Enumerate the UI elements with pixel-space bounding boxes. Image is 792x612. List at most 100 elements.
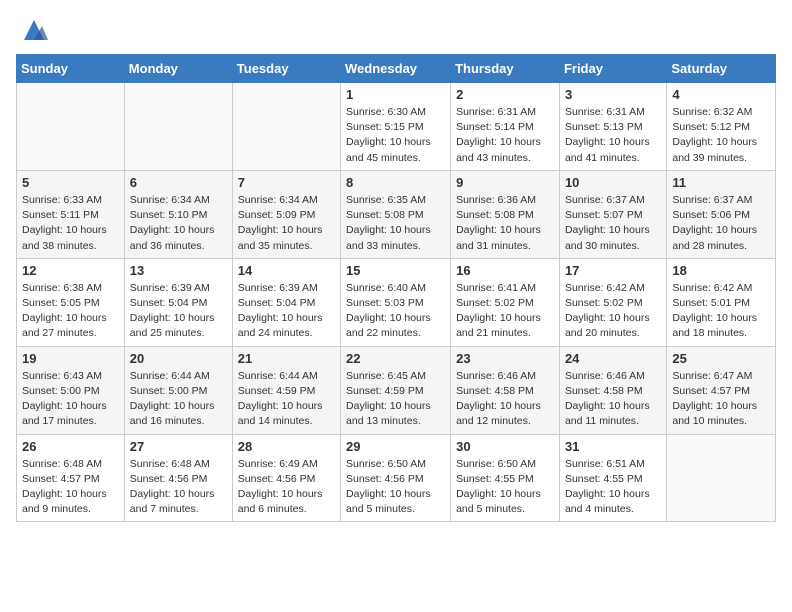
day-number: 5 — [22, 175, 119, 190]
day-info: Sunrise: 6:44 AM Sunset: 4:59 PM Dayligh… — [238, 369, 335, 430]
day-number: 18 — [672, 263, 770, 278]
day-cell: 3 Sunrise: 6:31 AM Sunset: 5:13 PM Daylig… — [559, 83, 666, 171]
day-info: Sunrise: 6:48 AM Sunset: 4:57 PM Dayligh… — [22, 457, 119, 518]
day-number: 2 — [456, 87, 554, 102]
calendar-table: SundayMondayTuesdayWednesdayThursdayFrid… — [16, 54, 776, 522]
day-number: 16 — [456, 263, 554, 278]
day-cell: 31 Sunrise: 6:51 AM Sunset: 4:55 PM Dayli… — [559, 434, 666, 522]
day-number: 15 — [346, 263, 445, 278]
day-cell: 20 Sunrise: 6:44 AM Sunset: 5:00 PM Dayli… — [124, 346, 232, 434]
day-cell: 7Sunrise: 6:34 AM Sunset: 5:09 PM Daylig… — [232, 170, 340, 258]
day-cell: 27 Sunrise: 6:48 AM Sunset: 4:56 PM Dayli… — [124, 434, 232, 522]
day-cell: 17Sunrise: 6:42 AM Sunset: 5:02 PM Dayli… — [559, 258, 666, 346]
day-info: Sunrise: 6:46 AM Sunset: 4:58 PM Dayligh… — [456, 369, 554, 430]
header-row: SundayMondayTuesdayWednesdayThursdayFrid… — [17, 55, 776, 83]
day-cell: 15 Sunrise: 6:40 AM Sunset: 5:03 PM Dayli… — [341, 258, 451, 346]
day-number: 13 — [130, 263, 227, 278]
day-number: 4 — [672, 87, 770, 102]
day-number: 19 — [22, 351, 119, 366]
day-number: 3 — [565, 87, 661, 102]
week-row: 1 Sunrise: 6:30 AM Sunset: 5:15 PM Daylig… — [17, 83, 776, 171]
header-cell: Saturday — [667, 55, 776, 83]
day-info: Sunrise: 6:34 AM Sunset: 5:09 PM Dayligh… — [238, 193, 335, 254]
day-number: 12 — [22, 263, 119, 278]
day-info: Sunrise: 6:50 AM Sunset: 4:55 PM Dayligh… — [456, 457, 554, 518]
day-cell: 9 Sunrise: 6:36 AM Sunset: 5:08 PM Daylig… — [451, 170, 560, 258]
day-cell: 8Sunrise: 6:35 AM Sunset: 5:08 PM Daylig… — [341, 170, 451, 258]
header-cell: Friday — [559, 55, 666, 83]
day-number: 26 — [22, 439, 119, 454]
day-cell — [232, 83, 340, 171]
day-number: 21 — [238, 351, 335, 366]
day-number: 25 — [672, 351, 770, 366]
day-info: Sunrise: 6:39 AM Sunset: 5:04 PM Dayligh… — [130, 281, 227, 342]
day-info: Sunrise: 6:49 AM Sunset: 4:56 PM Dayligh… — [238, 457, 335, 518]
day-cell: 13 Sunrise: 6:39 AM Sunset: 5:04 PM Dayli… — [124, 258, 232, 346]
day-cell — [124, 83, 232, 171]
day-cell: 24Sunrise: 6:46 AM Sunset: 4:58 PM Dayli… — [559, 346, 666, 434]
day-info: Sunrise: 6:51 AM Sunset: 4:55 PM Dayligh… — [565, 457, 661, 518]
day-number: 28 — [238, 439, 335, 454]
day-cell: 10 Sunrise: 6:37 AM Sunset: 5:07 PM Dayli… — [559, 170, 666, 258]
day-cell: 11 Sunrise: 6:37 AM Sunset: 5:06 PM Dayli… — [667, 170, 776, 258]
day-number: 17 — [565, 263, 661, 278]
day-info: Sunrise: 6:50 AM Sunset: 4:56 PM Dayligh… — [346, 457, 445, 518]
day-cell: 1 Sunrise: 6:30 AM Sunset: 5:15 PM Daylig… — [341, 83, 451, 171]
day-cell: 22 Sunrise: 6:45 AM Sunset: 4:59 PM Dayli… — [341, 346, 451, 434]
day-number: 22 — [346, 351, 445, 366]
day-number: 8 — [346, 175, 445, 190]
day-cell: 29 Sunrise: 6:50 AM Sunset: 4:56 PM Dayli… — [341, 434, 451, 522]
day-cell: 2 Sunrise: 6:31 AM Sunset: 5:14 PM Daylig… — [451, 83, 560, 171]
week-row: 19 Sunrise: 6:43 AM Sunset: 5:00 PM Dayli… — [17, 346, 776, 434]
logo — [16, 16, 48, 44]
day-number: 6 — [130, 175, 227, 190]
day-info: Sunrise: 6:30 AM Sunset: 5:15 PM Dayligh… — [346, 105, 445, 166]
day-cell: 6Sunrise: 6:34 AM Sunset: 5:10 PM Daylig… — [124, 170, 232, 258]
day-number: 27 — [130, 439, 227, 454]
day-cell: 26 Sunrise: 6:48 AM Sunset: 4:57 PM Dayli… — [17, 434, 125, 522]
header-cell: Tuesday — [232, 55, 340, 83]
logo-icon — [20, 16, 48, 44]
day-cell: 5 Sunrise: 6:33 AM Sunset: 5:11 PM Daylig… — [17, 170, 125, 258]
day-cell: 4Sunrise: 6:32 AM Sunset: 5:12 PM Daylig… — [667, 83, 776, 171]
day-info: Sunrise: 6:44 AM Sunset: 5:00 PM Dayligh… — [130, 369, 227, 430]
day-number: 30 — [456, 439, 554, 454]
day-number: 9 — [456, 175, 554, 190]
day-cell: 16Sunrise: 6:41 AM Sunset: 5:02 PM Dayli… — [451, 258, 560, 346]
day-info: Sunrise: 6:31 AM Sunset: 5:13 PM Dayligh… — [565, 105, 661, 166]
day-info: Sunrise: 6:40 AM Sunset: 5:03 PM Dayligh… — [346, 281, 445, 342]
day-number: 31 — [565, 439, 661, 454]
day-number: 1 — [346, 87, 445, 102]
day-info: Sunrise: 6:47 AM Sunset: 4:57 PM Dayligh… — [672, 369, 770, 430]
day-info: Sunrise: 6:33 AM Sunset: 5:11 PM Dayligh… — [22, 193, 119, 254]
header-cell: Thursday — [451, 55, 560, 83]
day-cell — [667, 434, 776, 522]
day-info: Sunrise: 6:38 AM Sunset: 5:05 PM Dayligh… — [22, 281, 119, 342]
day-number: 11 — [672, 175, 770, 190]
day-cell: 14Sunrise: 6:39 AM Sunset: 5:04 PM Dayli… — [232, 258, 340, 346]
day-number: 23 — [456, 351, 554, 366]
day-cell: 25 Sunrise: 6:47 AM Sunset: 4:57 PM Dayli… — [667, 346, 776, 434]
header-cell: Sunday — [17, 55, 125, 83]
day-info: Sunrise: 6:37 AM Sunset: 5:07 PM Dayligh… — [565, 193, 661, 254]
day-cell: 19 Sunrise: 6:43 AM Sunset: 5:00 PM Dayli… — [17, 346, 125, 434]
day-number: 24 — [565, 351, 661, 366]
day-cell: 23 Sunrise: 6:46 AM Sunset: 4:58 PM Dayli… — [451, 346, 560, 434]
day-number: 20 — [130, 351, 227, 366]
day-number: 10 — [565, 175, 661, 190]
day-cell — [17, 83, 125, 171]
day-cell: 18Sunrise: 6:42 AM Sunset: 5:01 PM Dayli… — [667, 258, 776, 346]
day-number: 29 — [346, 439, 445, 454]
header-cell: Monday — [124, 55, 232, 83]
day-info: Sunrise: 6:45 AM Sunset: 4:59 PM Dayligh… — [346, 369, 445, 430]
day-number: 14 — [238, 263, 335, 278]
day-cell: 21 Sunrise: 6:44 AM Sunset: 4:59 PM Dayli… — [232, 346, 340, 434]
day-info: Sunrise: 6:37 AM Sunset: 5:06 PM Dayligh… — [672, 193, 770, 254]
day-info: Sunrise: 6:36 AM Sunset: 5:08 PM Dayligh… — [456, 193, 554, 254]
day-info: Sunrise: 6:31 AM Sunset: 5:14 PM Dayligh… — [456, 105, 554, 166]
day-info: Sunrise: 6:43 AM Sunset: 5:00 PM Dayligh… — [22, 369, 119, 430]
week-row: 26 Sunrise: 6:48 AM Sunset: 4:57 PM Dayli… — [17, 434, 776, 522]
week-row: 12 Sunrise: 6:38 AM Sunset: 5:05 PM Dayli… — [17, 258, 776, 346]
page-header — [16, 16, 776, 44]
day-info: Sunrise: 6:48 AM Sunset: 4:56 PM Dayligh… — [130, 457, 227, 518]
